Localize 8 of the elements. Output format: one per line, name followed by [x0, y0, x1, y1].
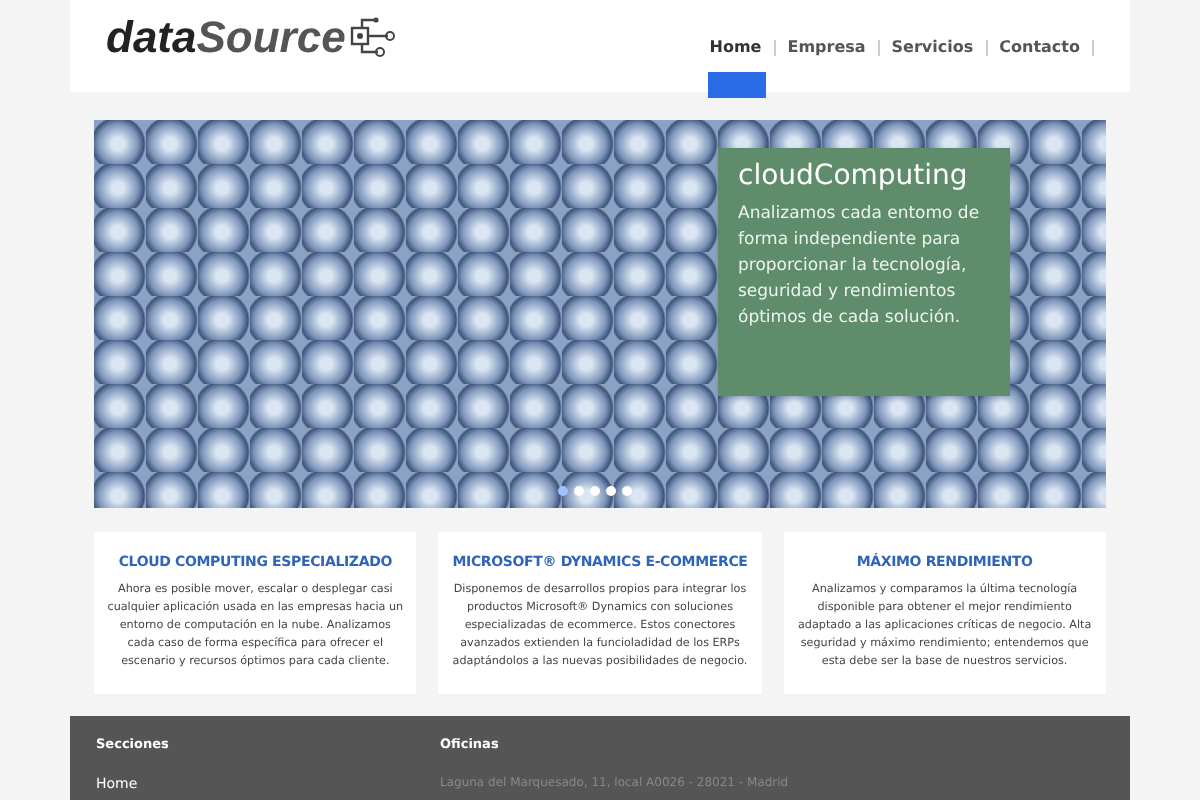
caption-title: cloudComputing [738, 160, 970, 195]
circuit-icon [347, 16, 396, 60]
nav-link[interactable]: Servicios [879, 36, 986, 60]
nav-link[interactable]: Home [697, 36, 774, 60]
logo-text: dataSource [106, 16, 346, 60]
nav-link[interactable]: Empresa [775, 36, 878, 60]
caption-text: Analizamos cada entomo de forma independiente para proporcionar la tecnología, seguridad y rendimientos óptimos de cada solución. [738, 201, 982, 331]
nav-link[interactable]: Contacto [987, 36, 1092, 60]
